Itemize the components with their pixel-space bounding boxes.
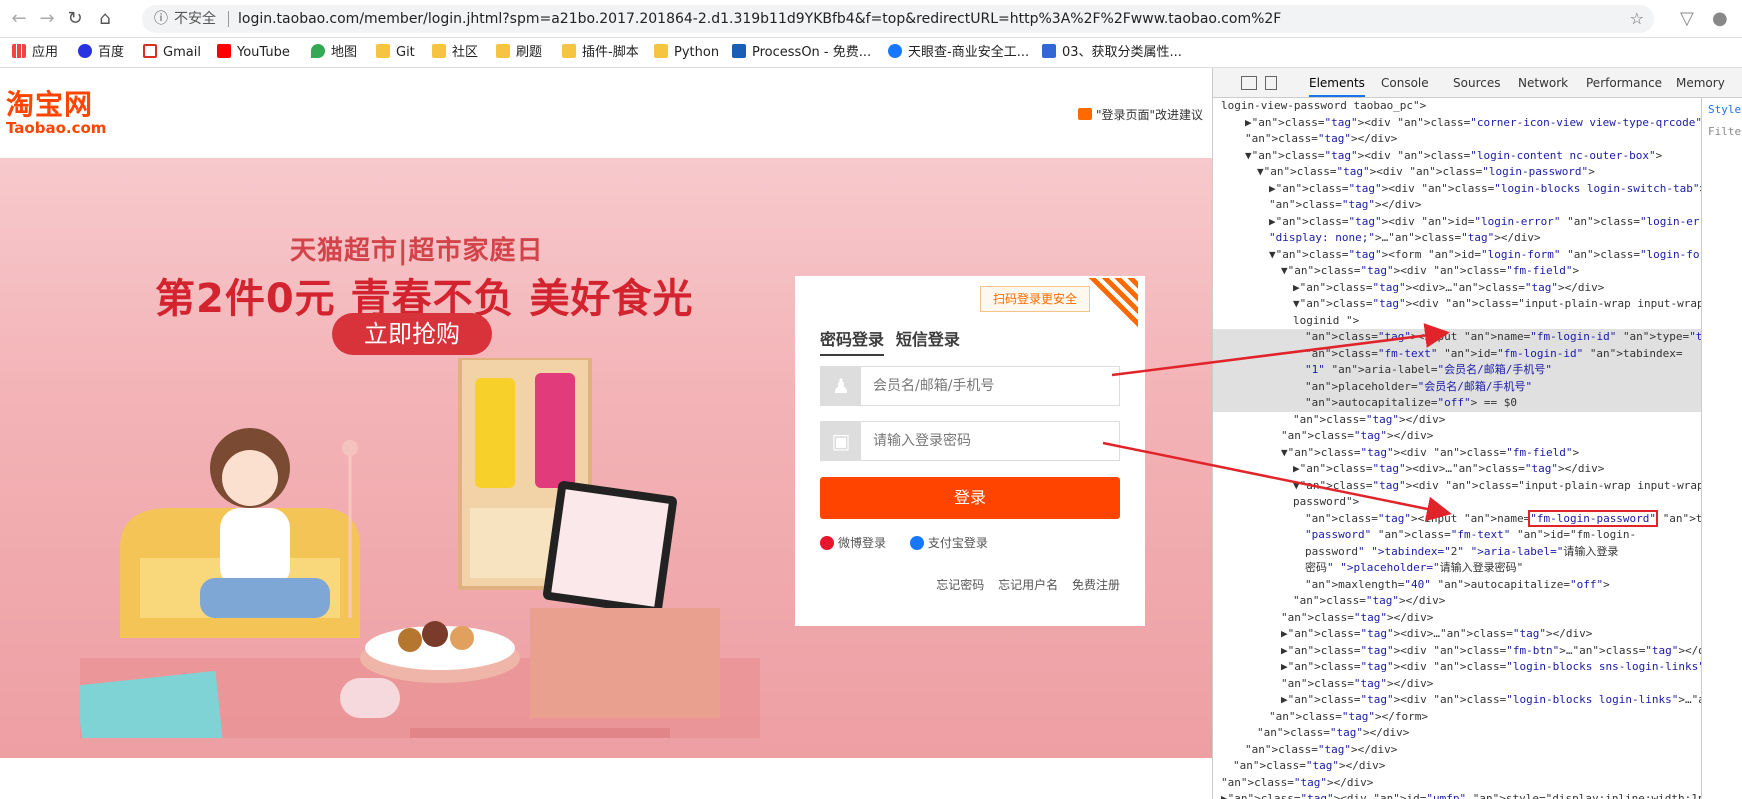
arrow-password — [1102, 441, 1452, 522]
arrow-username — [1111, 323, 1450, 377]
annotation-arrows — [1102, 323, 1452, 522]
